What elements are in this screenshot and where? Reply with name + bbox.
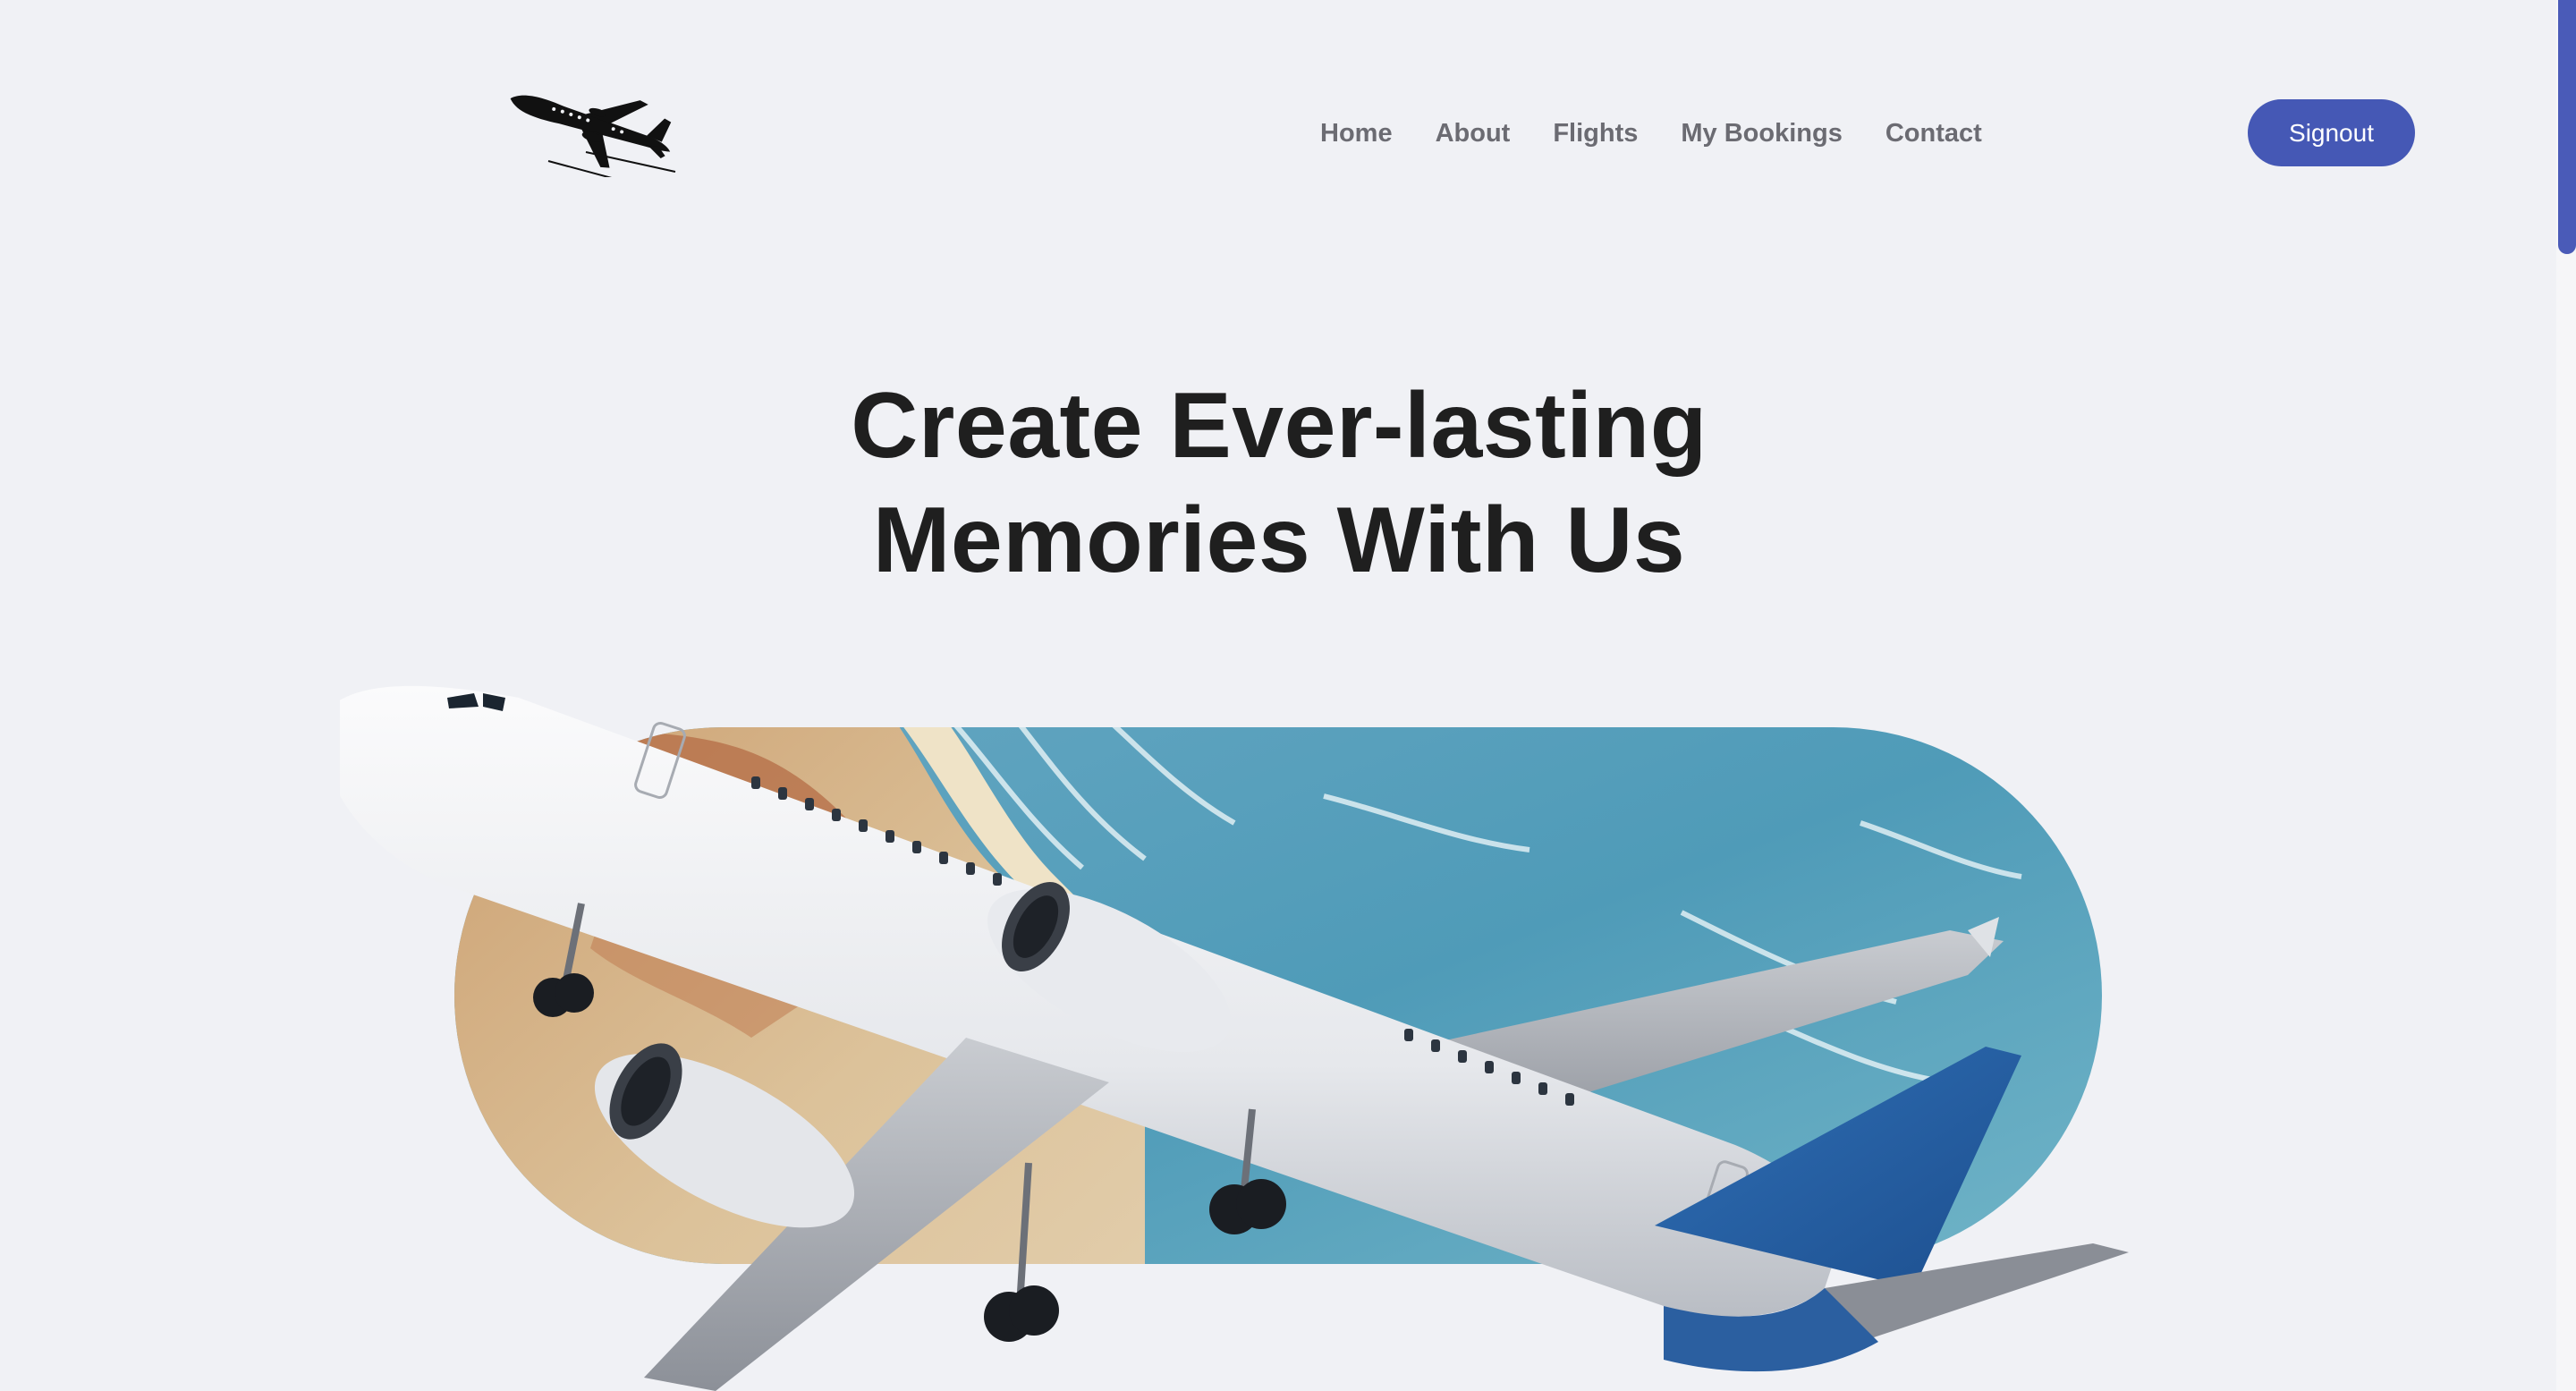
nav-link-my-bookings[interactable]: My Bookings [1681,115,1842,152]
scrollbar-thumb[interactable] [2558,0,2576,254]
signout-button[interactable]: Signout [2248,99,2415,166]
main-nav: Home About Flights My Bookings Contact [1320,115,2025,152]
page-scrollbar[interactable] [2556,0,2576,1391]
hero-title-line-1: Create Ever-lasting [851,374,1707,478]
hero-title: Create Ever-lasting Memories With Us [0,369,2558,598]
nav-link-contact[interactable]: Contact [1885,115,1982,152]
landing-page: Home About Flights My Bookings Contact S… [0,0,2576,1391]
airplane-logo-icon[interactable] [496,79,684,177]
nav-link-flights[interactable]: Flights [1553,115,1638,152]
hero-title-line-2: Memories With Us [872,488,1686,592]
nav-link-about[interactable]: About [1436,115,1511,152]
hero-airplane-image [340,685,2129,1391]
nav-link-home[interactable]: Home [1320,115,1393,152]
